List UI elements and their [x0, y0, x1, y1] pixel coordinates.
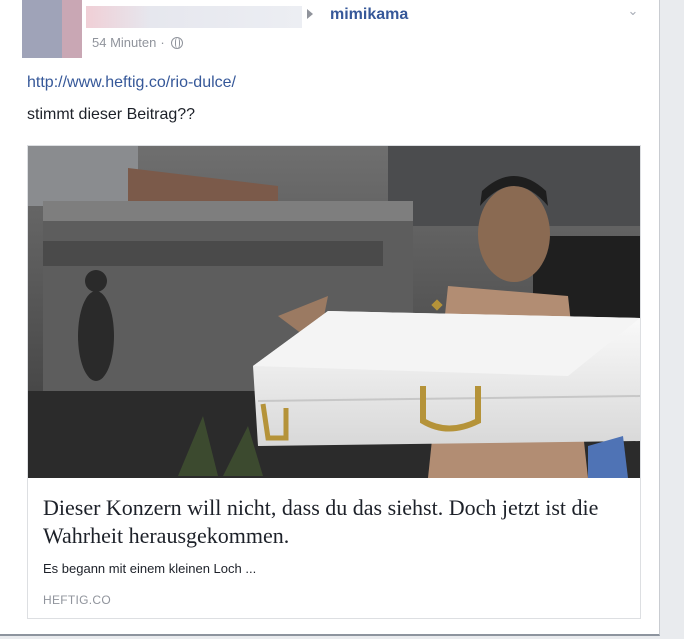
- link-domain: HEFTIG.CO: [43, 593, 112, 607]
- blurred-poster-name[interactable]: [86, 6, 302, 28]
- facebook-post: mimikama ⌄ 54 Minuten · http://www.hefti…: [0, 0, 660, 636]
- post-meta: 54 Minuten ·: [92, 35, 183, 50]
- shared-to-arrow-icon: [307, 9, 313, 19]
- link-title[interactable]: Dieser Konzern will nicht, dass du das s…: [43, 494, 628, 550]
- link-description: Es begann mit einem kleinen Loch ...: [43, 561, 257, 576]
- post-message: stimmt dieser Beitrag??: [27, 106, 196, 123]
- page-name-link[interactable]: mimikama: [330, 6, 408, 24]
- meta-separator: ·: [160, 35, 165, 50]
- timestamp[interactable]: 54 Minuten: [92, 35, 156, 50]
- avatar[interactable]: [22, 0, 82, 58]
- link-preview-card[interactable]: Dieser Konzern will nicht, dass du das s…: [27, 145, 641, 619]
- chevron-down-icon[interactable]: ⌄: [626, 4, 640, 18]
- post-link[interactable]: http://www.heftig.co/rio-dulce/: [27, 74, 236, 92]
- link-preview-image[interactable]: [28, 146, 640, 478]
- globe-icon[interactable]: [170, 36, 183, 49]
